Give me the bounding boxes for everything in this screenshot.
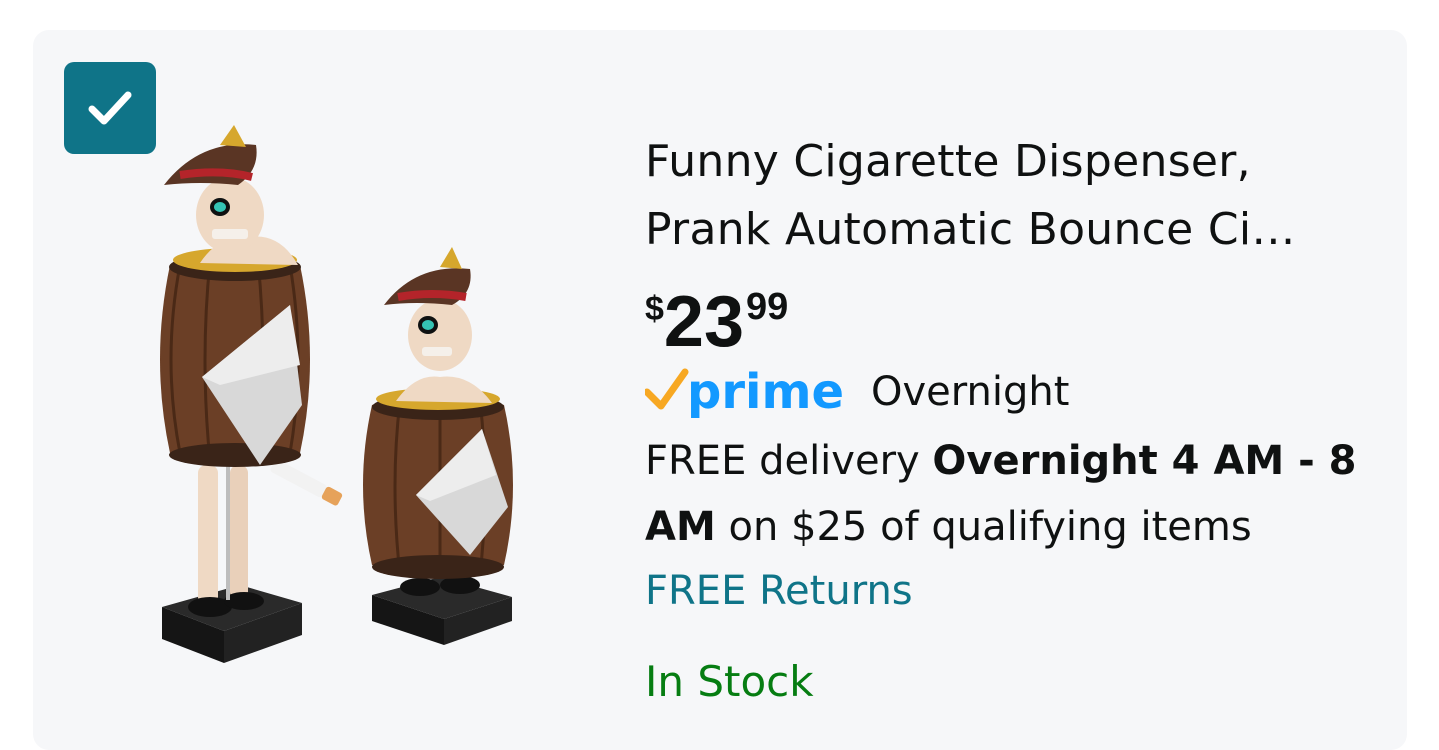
stock-status: In Stock: [645, 657, 814, 706]
prime-badge: prime Overnight: [645, 362, 1385, 422]
product-title[interactable]: Funny Cigarette Dispenser, Prank Automat…: [645, 128, 1385, 264]
check-icon: [88, 91, 132, 125]
product-image-drawing: [160, 125, 513, 663]
delivery-suffix: on $25 of qualifying items: [715, 504, 1252, 550]
right-figure: [363, 247, 513, 645]
delivery-info: FREE delivery Overnight 4 AM - 8 AM on $…: [645, 428, 1385, 560]
prime-logo: prime: [645, 364, 844, 420]
product-info: Funny Cigarette Dispenser, Prank Automat…: [645, 128, 1385, 712]
prime-label: Overnight: [871, 369, 1070, 415]
prime-check-icon: [645, 368, 689, 410]
product-price: $ 23 99: [645, 286, 1385, 362]
delivery-prefix: FREE delivery: [645, 438, 933, 484]
price-fraction: 99: [746, 286, 789, 328]
prime-logo-text: prime: [687, 364, 844, 420]
left-figure: [160, 125, 343, 663]
price-whole: 23: [663, 282, 745, 362]
price-symbol: $: [645, 290, 664, 328]
product-image[interactable]: [140, 115, 540, 675]
free-returns-link[interactable]: FREE Returns: [645, 560, 1385, 622]
